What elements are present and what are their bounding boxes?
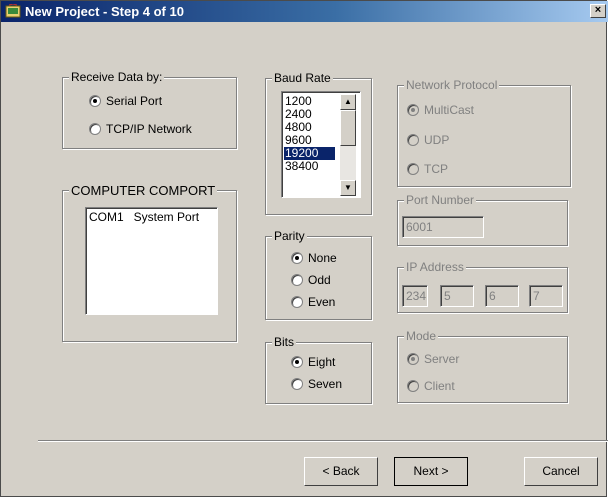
list-item[interactable]: 38400 [284, 160, 318, 173]
radio-icon [291, 296, 303, 308]
receive-data-legend: Receive Data by: [69, 70, 165, 84]
radio-icon [291, 356, 303, 368]
parity-group: Parity None Odd Even [265, 229, 372, 320]
radio-icon [291, 378, 303, 390]
ip-octet-4-field[interactable]: 7 [529, 285, 563, 307]
footer-divider [38, 440, 608, 442]
baud-rate-group: Baud Rate 1200 2400 4800 9600 19200 3840… [265, 71, 372, 215]
baud-rate-listbox[interactable]: 1200 2400 4800 9600 19200 38400 ▲ ▼ [281, 91, 361, 198]
baud-scrollbar[interactable]: ▲ ▼ [340, 94, 356, 196]
scroll-down-icon[interactable]: ▼ [340, 180, 356, 196]
bits-group: Bits Eight Seven [265, 335, 372, 404]
radio-icon [89, 123, 101, 135]
radio-icon [407, 134, 419, 146]
radio-icon [407, 380, 419, 392]
radio-icon [407, 353, 419, 365]
ip-address-group: IP Address 234 5 6 7 [397, 260, 568, 313]
port-number-group: Port Number 6001 [397, 193, 568, 246]
parity-legend: Parity [272, 229, 307, 243]
radio-icon [407, 163, 419, 175]
window-title: New Project - Step 4 of 10 [25, 4, 184, 19]
radio-icon [89, 95, 101, 107]
title-bar[interactable]: New Project - Step 4 of 10 × [1, 1, 608, 22]
receive-data-group: Receive Data by: Serial Port TCP/IP Netw… [62, 70, 237, 149]
cancel-button[interactable]: Cancel [524, 457, 598, 486]
ip-address-legend: IP Address [404, 260, 466, 274]
close-icon[interactable]: × [590, 4, 606, 18]
ip-octet-3-field[interactable]: 6 [485, 285, 519, 307]
ip-octet-1-field[interactable]: 234 [402, 285, 428, 307]
comport-legend: COMPUTER COMPORT [69, 183, 218, 198]
mode-group: Mode Server Client [397, 329, 568, 403]
back-button[interactable]: < Back [304, 457, 378, 486]
bits-legend: Bits [272, 335, 297, 349]
mode-legend: Mode [404, 329, 439, 343]
project-icon [5, 4, 21, 18]
ip-octet-2-field[interactable]: 5 [440, 285, 474, 307]
network-protocol-legend: Network Protocol [404, 78, 500, 92]
comport-group: COMPUTER COMPORT COM1 System Port [62, 183, 237, 342]
baud-rate-legend: Baud Rate [272, 71, 333, 85]
radio-icon [407, 104, 419, 116]
radio-icon [291, 252, 303, 264]
port-number-field[interactable]: 6001 [402, 216, 484, 238]
wizard-window: New Project - Step 4 of 10 × Receive Dat… [0, 0, 608, 497]
port-number-legend: Port Number [404, 193, 477, 207]
radio-icon [291, 274, 303, 286]
next-button[interactable]: Next > [394, 457, 468, 486]
scroll-thumb[interactable] [340, 110, 356, 146]
comport-listbox[interactable]: COM1 System Port [85, 207, 218, 315]
list-item[interactable]: COM1 System Port [88, 211, 199, 224]
network-protocol-group: Network Protocol MultiCast UDP TCP [397, 78, 571, 187]
scroll-up-icon[interactable]: ▲ [340, 94, 356, 110]
